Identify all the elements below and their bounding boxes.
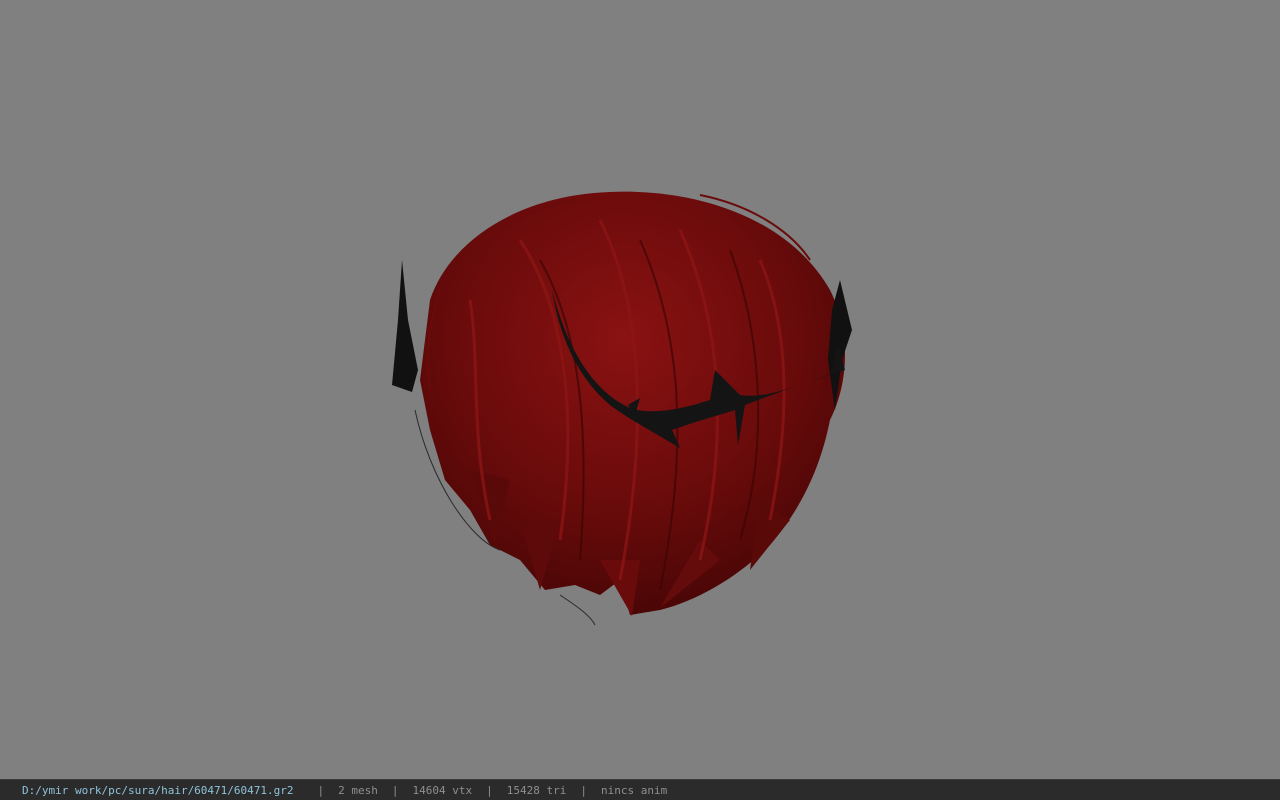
status-separator: | <box>317 783 325 797</box>
hair-model-icon <box>392 191 852 626</box>
file-path: D:/ymir work/pc/sura/hair/60471/60471.gr… <box>22 783 294 797</box>
status-separator: | <box>391 783 399 797</box>
animation-status: nincs anim <box>601 783 668 797</box>
status-separator: | <box>580 783 587 797</box>
3d-viewport[interactable] <box>0 0 1280 779</box>
triangle-count: 15428 tri <box>506 783 567 797</box>
status-separator: | <box>486 783 493 797</box>
mesh-count: 2 mesh <box>338 783 378 797</box>
vertex-count: 14604 vtx <box>412 783 473 797</box>
status-bar: D:/ymir work/pc/sura/hair/60471/60471.gr… <box>0 779 1280 800</box>
